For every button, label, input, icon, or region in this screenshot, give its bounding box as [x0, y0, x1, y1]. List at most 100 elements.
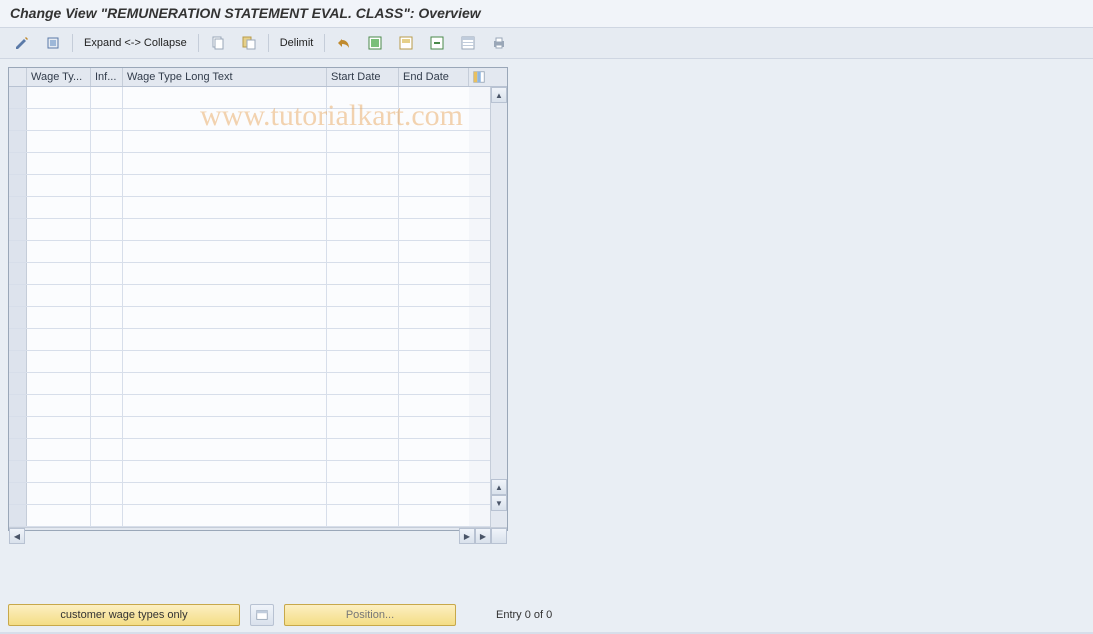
- row-select-handle[interactable]: [9, 417, 27, 438]
- column-header-inf[interactable]: Inf...: [91, 68, 123, 86]
- row-select-handle[interactable]: [9, 197, 27, 218]
- cell-inf[interactable]: [91, 263, 123, 284]
- cell-wage-type[interactable]: [27, 329, 91, 350]
- cell-start-date[interactable]: [327, 329, 399, 350]
- table-row[interactable]: [9, 351, 490, 373]
- cell-end-date[interactable]: [399, 241, 469, 262]
- cell-inf[interactable]: [91, 505, 123, 526]
- row-select-handle[interactable]: [9, 329, 27, 350]
- cell-end-date[interactable]: [399, 131, 469, 152]
- cell-end-date[interactable]: [399, 439, 469, 460]
- row-select-handle[interactable]: [9, 263, 27, 284]
- cell-end-date[interactable]: [399, 263, 469, 284]
- cell-end-date[interactable]: [399, 87, 469, 108]
- table-row[interactable]: [9, 417, 490, 439]
- cell-wage-type[interactable]: [27, 219, 91, 240]
- cell-wage-type-long-text[interactable]: [123, 417, 327, 438]
- cell-wage-type-long-text[interactable]: [123, 505, 327, 526]
- cell-wage-type-long-text[interactable]: [123, 263, 327, 284]
- horizontal-scrollbar[interactable]: ◀ ▶ ▶: [9, 527, 507, 530]
- cell-wage-type-long-text[interactable]: [123, 175, 327, 196]
- table-row[interactable]: [9, 439, 490, 461]
- expand-collapse-button[interactable]: Expand <-> Collapse: [78, 33, 193, 53]
- cell-start-date[interactable]: [327, 461, 399, 482]
- cell-inf[interactable]: [91, 351, 123, 372]
- table-row[interactable]: [9, 153, 490, 175]
- cell-end-date[interactable]: [399, 483, 469, 504]
- row-select-handle[interactable]: [9, 351, 27, 372]
- cell-start-date[interactable]: [327, 219, 399, 240]
- scroll-up-icon[interactable]: ▲: [491, 87, 507, 103]
- column-configure-icon[interactable]: [469, 68, 489, 86]
- cell-wage-type-long-text[interactable]: [123, 241, 327, 262]
- cell-end-date[interactable]: [399, 351, 469, 372]
- cell-wage-type-long-text[interactable]: [123, 219, 327, 240]
- table-row[interactable]: [9, 395, 490, 417]
- cell-wage-type-long-text[interactable]: [123, 483, 327, 504]
- cell-inf[interactable]: [91, 373, 123, 394]
- row-select-handle[interactable]: [9, 87, 27, 108]
- row-select-handle[interactable]: [9, 395, 27, 416]
- cell-end-date[interactable]: [399, 329, 469, 350]
- cell-inf[interactable]: [91, 417, 123, 438]
- cell-start-date[interactable]: [327, 483, 399, 504]
- cell-wage-type-long-text[interactable]: [123, 153, 327, 174]
- cell-end-date[interactable]: [399, 153, 469, 174]
- position-prompt-icon[interactable]: [250, 604, 274, 626]
- table-row[interactable]: [9, 285, 490, 307]
- cell-start-date[interactable]: [327, 175, 399, 196]
- cell-start-date[interactable]: [327, 307, 399, 328]
- row-select-handle[interactable]: [9, 109, 27, 130]
- cell-wage-type-long-text[interactable]: [123, 307, 327, 328]
- row-select-handle[interactable]: [9, 131, 27, 152]
- delimit-button[interactable]: Delimit: [274, 33, 320, 53]
- cell-end-date[interactable]: [399, 197, 469, 218]
- table-row[interactable]: [9, 373, 490, 395]
- cell-wage-type-long-text[interactable]: [123, 131, 327, 152]
- row-select-handle[interactable]: [9, 461, 27, 482]
- cell-wage-type[interactable]: [27, 109, 91, 130]
- cell-wage-type[interactable]: [27, 461, 91, 482]
- cell-inf[interactable]: [91, 483, 123, 504]
- cell-wage-type[interactable]: [27, 131, 91, 152]
- scroll-left-icon[interactable]: ◀: [9, 528, 25, 544]
- scroll-up-icon[interactable]: ▲: [491, 479, 507, 495]
- deselect-all-icon[interactable]: [423, 32, 451, 54]
- row-select-handle[interactable]: [9, 285, 27, 306]
- table-row[interactable]: [9, 197, 490, 219]
- cell-end-date[interactable]: [399, 219, 469, 240]
- row-select-handle[interactable]: [9, 153, 27, 174]
- cell-end-date[interactable]: [399, 175, 469, 196]
- cell-end-date[interactable]: [399, 285, 469, 306]
- scroll-right-icon[interactable]: ▶: [459, 528, 475, 544]
- cell-inf[interactable]: [91, 395, 123, 416]
- cell-wage-type[interactable]: [27, 417, 91, 438]
- cell-wage-type[interactable]: [27, 439, 91, 460]
- cell-start-date[interactable]: [327, 351, 399, 372]
- row-select-handle[interactable]: [9, 307, 27, 328]
- cell-wage-type-long-text[interactable]: [123, 285, 327, 306]
- cell-wage-type-long-text[interactable]: [123, 109, 327, 130]
- scroll-down-icon[interactable]: ▼: [491, 495, 507, 511]
- select-all-icon[interactable]: [361, 32, 389, 54]
- table-row[interactable]: [9, 461, 490, 483]
- row-select-handle[interactable]: [9, 483, 27, 504]
- table-row[interactable]: [9, 263, 490, 285]
- cell-wage-type[interactable]: [27, 175, 91, 196]
- cell-wage-type-long-text[interactable]: [123, 395, 327, 416]
- row-select-handle[interactable]: [9, 241, 27, 262]
- cell-start-date[interactable]: [327, 439, 399, 460]
- cell-end-date[interactable]: [399, 373, 469, 394]
- cell-start-date[interactable]: [327, 417, 399, 438]
- cell-start-date[interactable]: [327, 285, 399, 306]
- column-select-all[interactable]: [9, 68, 27, 86]
- cell-start-date[interactable]: [327, 263, 399, 284]
- cell-inf[interactable]: [91, 439, 123, 460]
- cell-end-date[interactable]: [399, 461, 469, 482]
- cell-wage-type-long-text[interactable]: [123, 197, 327, 218]
- scroll-right-icon[interactable]: ▶: [475, 528, 491, 544]
- new-entries-icon[interactable]: [204, 32, 232, 54]
- undo-change-icon[interactable]: [330, 32, 358, 54]
- row-select-handle[interactable]: [9, 219, 27, 240]
- cell-end-date[interactable]: [399, 307, 469, 328]
